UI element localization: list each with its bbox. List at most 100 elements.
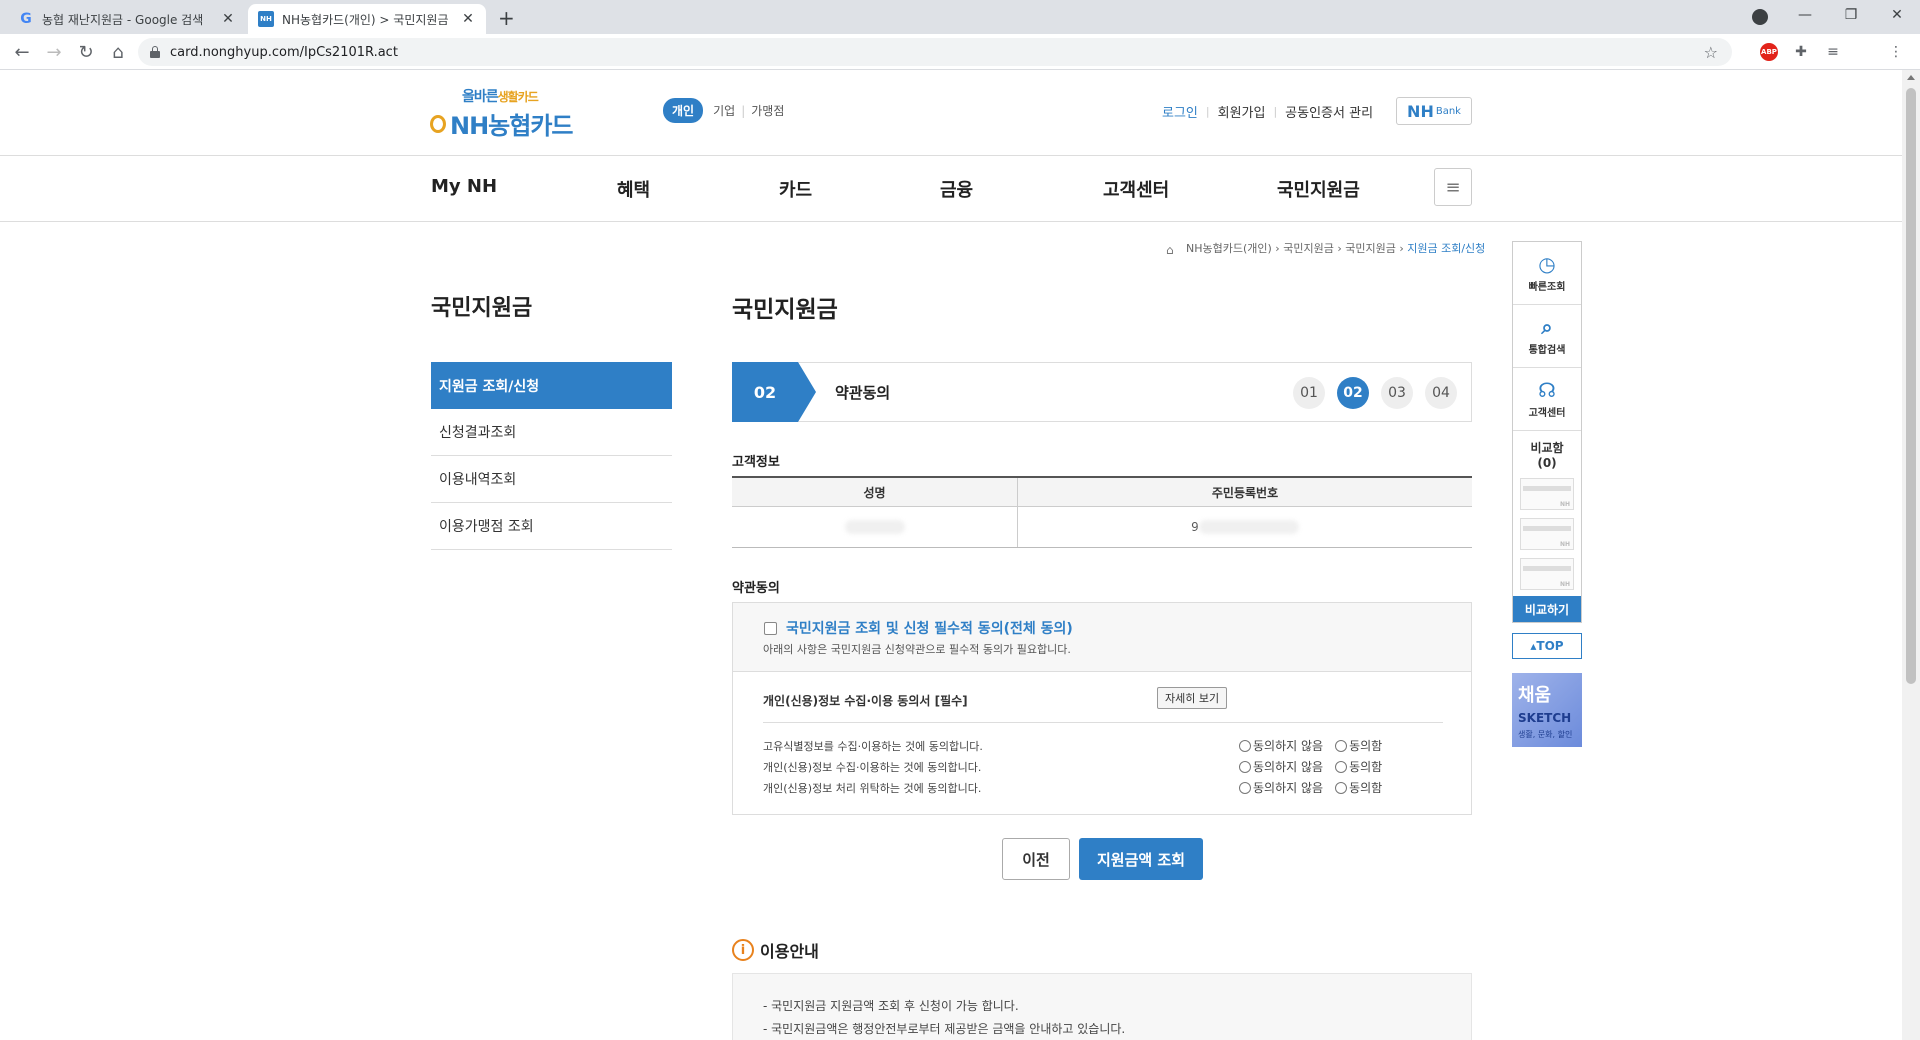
option-disagree[interactable]: 동의하지 않음 (1239, 779, 1323, 796)
step-dots: 01 02 03 04 (1281, 377, 1457, 409)
side-nav: 지원금 조회/신청 신청결과조회 이용내역조회 이용가맹점 조회 (431, 362, 672, 550)
agree-all-label[interactable]: 국민지원금 조회 및 신청 필수적 동의(전체 동의) (786, 618, 1073, 638)
bookmark-star-icon[interactable]: ☆ (1704, 43, 1718, 62)
close-tab-icon[interactable]: ✕ (220, 11, 236, 27)
slot-mark: NH (1559, 541, 1570, 548)
agreement-options: 동의하지 않음 동의함 (1239, 779, 1394, 796)
home-icon[interactable]: ⌂ (106, 40, 130, 64)
usage-guide-box: - 국민지원금 지원금액 조회 후 신청이 가능 합니다. - 국민지원금액은 … (732, 973, 1472, 1040)
prev-button[interactable]: 이전 (1002, 838, 1070, 880)
agree-all-checkbox[interactable] (764, 622, 777, 635)
radio-button[interactable] (1335, 781, 1348, 794)
chaeum-sketch-banner[interactable]: 채움 SKETCH 생활, 문화, 할인 (1512, 673, 1582, 747)
side-nav-item-result[interactable]: 신청결과조회 (431, 409, 672, 456)
segment-personal[interactable]: 개인 (663, 98, 704, 123)
slot-mark: NH (1559, 581, 1570, 588)
compare-slot[interactable]: NH (1520, 518, 1574, 550)
usage-guide-heading: i 이용안내 (732, 938, 819, 962)
nh-bank-button[interactable]: NH Bank (1396, 97, 1472, 125)
breadcrumb-item[interactable]: 국민지원금 (1345, 240, 1396, 256)
back-icon[interactable]: ← (10, 40, 34, 64)
login-link[interactable]: 로그인 (1162, 102, 1198, 121)
integrated-search-button[interactable]: ⌕ 통합검색 (1513, 305, 1581, 368)
option-agree[interactable]: 동의함 (1335, 737, 1382, 754)
radio-button[interactable] (1239, 739, 1251, 752)
scrollbar-thumb[interactable] (1906, 88, 1916, 684)
compare-slot[interactable]: NH (1520, 478, 1574, 510)
side-nav-item-apply[interactable]: 지원금 조회/신청 (431, 362, 672, 409)
compare-slot[interactable]: NH (1520, 558, 1574, 590)
nh-card-logo[interactable]: 올바른생활카드 NH농협카드 (430, 86, 590, 142)
clock-icon: ◷ (1538, 251, 1556, 276)
table-header-row: 성명 주민등록번호 (732, 478, 1472, 507)
certificate-link[interactable]: 공동인증서 관리 (1285, 102, 1373, 121)
page-scrollbar[interactable] (1902, 70, 1920, 1040)
media-control-icon[interactable]: ≡ (1823, 42, 1843, 62)
check-amount-button[interactable]: 지원금액 조회 (1079, 838, 1203, 880)
current-step-label: 약관동의 (835, 384, 891, 402)
customer-segment-nav: 개인 기업 | 가맹점 (663, 98, 784, 123)
side-nav-item-merchants[interactable]: 이용가맹점 조회 (431, 503, 672, 550)
quick-lookup-button[interactable]: ◷ 빠른조회 (1513, 242, 1581, 305)
step-dot: 01 (1293, 377, 1325, 409)
option-agree[interactable]: 동의함 (1335, 758, 1382, 775)
option-agree[interactable]: 동의함 (1335, 779, 1382, 796)
radio-button[interactable] (1335, 739, 1348, 752)
forward-icon[interactable]: → (42, 40, 66, 64)
extensions-icon[interactable]: ✚ (1791, 42, 1811, 62)
close-window-button[interactable]: ✕ (1874, 0, 1920, 30)
divider: | (1273, 105, 1278, 118)
adblock-icon[interactable]: ABP (1760, 43, 1778, 61)
agreement-detail-title: 개인(신용)정보 수집·이용 동의서 [필수] (763, 694, 968, 708)
gnb-finance[interactable]: 금융 (940, 176, 973, 202)
site-header: 올바른생활카드 NH농협카드 개인 기업 | 가맹점 로그인 | 회원가입 | … (0, 70, 1902, 156)
reload-icon[interactable]: ↻ (74, 40, 98, 64)
compare-button[interactable]: 비교하기 (1513, 596, 1581, 622)
gnb-my-nh[interactable]: My NH (431, 176, 497, 197)
top-label: TOP (1536, 639, 1564, 653)
hamburger-menu-icon[interactable]: ≡ (1434, 168, 1472, 206)
gnb-benefits[interactable]: 혜택 (617, 176, 650, 202)
gnb-national-support[interactable]: 국민지원금 (1277, 176, 1360, 202)
browser-tab-bar: G 농협 재난지원금 - Google 검색 ✕ NH NH농협카드(개인) >… (0, 0, 1920, 34)
gnb-customer-center[interactable]: 고객센터 (1103, 176, 1169, 202)
gnb-card[interactable]: 카드 (779, 176, 812, 202)
address-bar[interactable]: card.nonghyup.com/IpCs2101R.act ☆ (138, 38, 1732, 66)
radio-button[interactable] (1239, 781, 1251, 794)
google-icon: G (20, 11, 32, 27)
nh-logo-icon (430, 114, 446, 133)
option-disagree[interactable]: 동의하지 않음 (1239, 758, 1323, 775)
radio-button[interactable] (1239, 760, 1251, 773)
segment-merchant[interactable]: 가맹점 (751, 102, 784, 119)
segment-business[interactable]: 기업 (713, 102, 735, 119)
headset-icon: ☊ (1538, 377, 1556, 402)
restore-button[interactable]: ❐ (1828, 0, 1874, 30)
view-details-button[interactable]: 자세히 보기 (1157, 687, 1228, 709)
browser-menu-icon[interactable]: ⋮ (1886, 42, 1906, 62)
minimize-button[interactable]: — (1782, 0, 1828, 30)
option-disagree[interactable]: 동의하지 않음 (1239, 737, 1323, 754)
option-label: 동의함 (1349, 760, 1383, 774)
scroll-up-icon[interactable] (1907, 75, 1915, 80)
new-tab-button[interactable]: + (498, 6, 515, 30)
radio-button[interactable] (1335, 760, 1348, 773)
browser-tab-nh[interactable]: NH NH농협카드(개인) > 국민지원금 ✕ (248, 4, 486, 34)
profile-icon[interactable] (1752, 9, 1768, 25)
option-label: 동의하지 않음 (1253, 781, 1324, 795)
breadcrumb-item[interactable]: NH농협카드(개인) (1186, 240, 1272, 256)
signup-link[interactable]: 회원가입 (1218, 102, 1266, 121)
step-indicator: 02 약관동의 01 02 03 04 (732, 362, 1472, 422)
breadcrumb-item[interactable]: 국민지원금 (1283, 240, 1334, 256)
close-tab-icon[interactable]: ✕ (460, 11, 476, 27)
utility-nav: 로그인 | 회원가입 | 공동인증서 관리 (1162, 102, 1373, 121)
home-icon[interactable]: ⌂ (1166, 243, 1178, 257)
nhbank-mark: NH (1407, 101, 1434, 121)
customer-center-button[interactable]: ☊ 고객센터 (1513, 368, 1581, 431)
browser-tab-google[interactable]: G 농협 재난지원금 - Google 검색 ✕ (8, 4, 246, 34)
scroll-top-button[interactable]: ▴ TOP (1512, 633, 1582, 659)
banner-title: 채움 (1518, 685, 1552, 706)
side-nav-item-history[interactable]: 이용내역조회 (431, 456, 672, 503)
quick-menu-panel: ◷ 빠른조회 ⌕ 통합검색 ☊ 고객센터 비교함 (0) NH NH NH 비교… (1512, 241, 1582, 623)
customer-info-table: 성명 주민등록번호 9 (732, 476, 1472, 548)
agreement-heading: 약관동의 (732, 581, 780, 596)
